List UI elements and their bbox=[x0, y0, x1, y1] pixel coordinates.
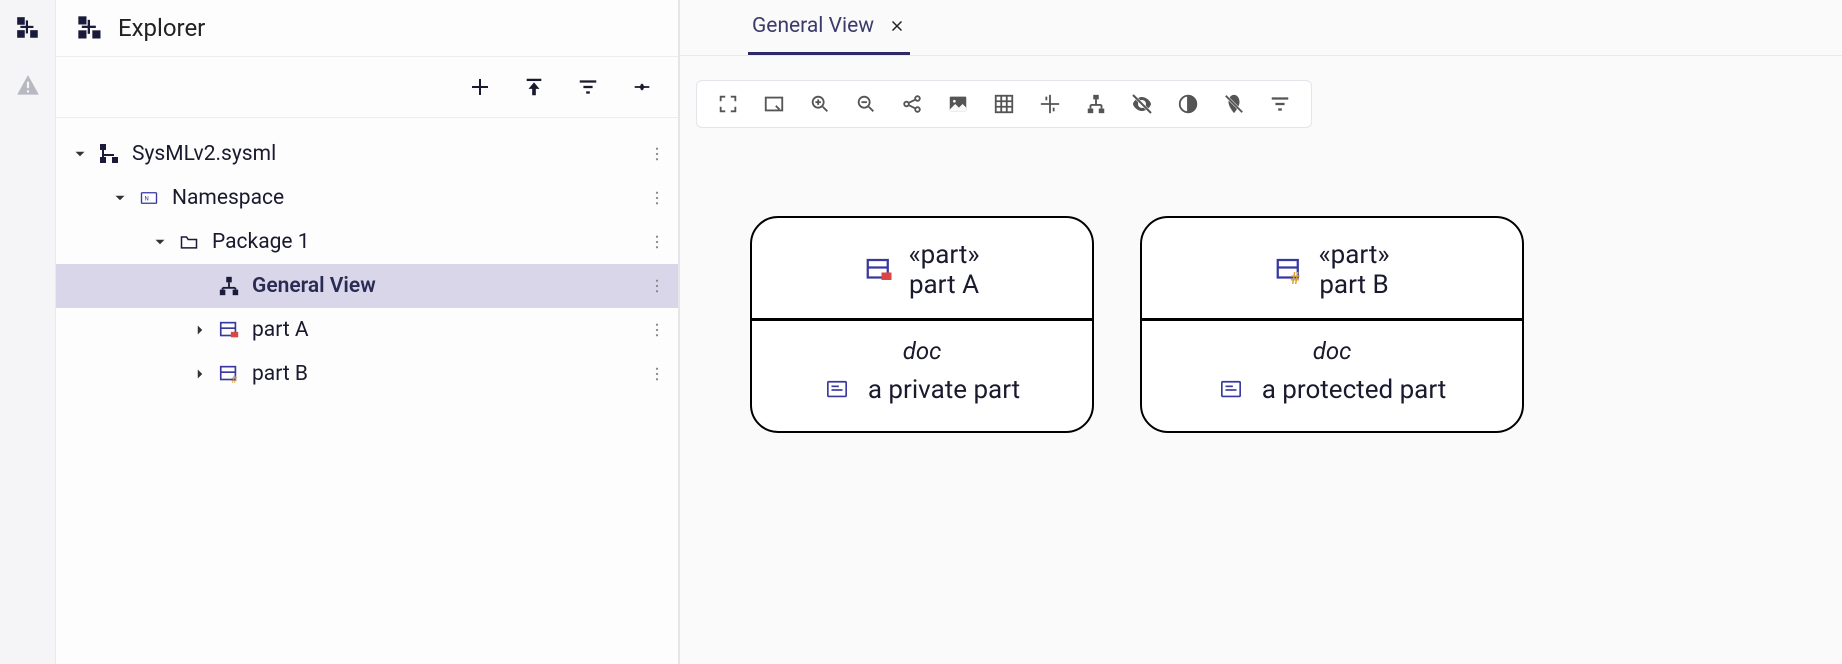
doc-heading: doc bbox=[1313, 337, 1352, 365]
tree-item-label: Package 1 bbox=[212, 230, 648, 254]
tree-item-label: SysMLv2.sysml bbox=[132, 142, 648, 166]
chevron-down-icon[interactable] bbox=[70, 144, 90, 164]
tree-item-root[interactable]: SysMLv2.sysml bbox=[56, 132, 678, 176]
node-name: part A bbox=[909, 270, 979, 300]
part-protected-icon: # bbox=[216, 361, 242, 387]
warning-icon[interactable] bbox=[14, 72, 42, 100]
explorer-panel: Explorer SysMLv2.sysml bbox=[56, 0, 680, 664]
snap-icon[interactable] bbox=[1037, 91, 1063, 117]
kebab-icon[interactable] bbox=[648, 321, 666, 339]
stereotype-label: «part» bbox=[1318, 240, 1389, 270]
visibility-off-icon[interactable] bbox=[1129, 91, 1155, 117]
spacer bbox=[190, 276, 210, 296]
upload-icon[interactable] bbox=[522, 75, 546, 99]
tab-general-view[interactable]: General View bbox=[748, 0, 910, 55]
image-icon[interactable] bbox=[945, 91, 971, 117]
tree-item-label: part A bbox=[252, 318, 648, 342]
kebab-icon[interactable] bbox=[648, 277, 666, 295]
add-icon[interactable] bbox=[468, 75, 492, 99]
diagram-icon bbox=[216, 273, 242, 299]
tree-item-label: Namespace bbox=[172, 186, 648, 210]
fullscreen-icon[interactable] bbox=[715, 91, 741, 117]
pin-off-icon[interactable] bbox=[1221, 91, 1247, 117]
tree-item-label: General View bbox=[252, 274, 648, 298]
doc-text: a private part bbox=[868, 375, 1020, 405]
explorer-title: Explorer bbox=[118, 14, 205, 42]
svg-text:#: # bbox=[231, 375, 238, 385]
grid-icon[interactable] bbox=[991, 91, 1017, 117]
node-body: doc a private part bbox=[752, 321, 1092, 431]
diagram-node-part-a[interactable]: «part» part A doc a private part bbox=[750, 216, 1094, 433]
svg-text:N: N bbox=[145, 195, 149, 202]
part-protected-icon: # bbox=[1274, 255, 1304, 285]
tree-item-general-view[interactable]: General View bbox=[56, 264, 678, 308]
zoom-out-icon[interactable] bbox=[853, 91, 879, 117]
kebab-icon[interactable] bbox=[648, 189, 666, 207]
close-icon[interactable] bbox=[888, 17, 906, 35]
node-header: «part» part A bbox=[752, 218, 1092, 318]
part-private-icon bbox=[864, 255, 894, 285]
share-icon[interactable] bbox=[899, 91, 925, 117]
tab-bar: General View bbox=[680, 0, 1842, 56]
contrast-icon[interactable] bbox=[1175, 91, 1201, 117]
diagram-toolbar bbox=[696, 80, 1312, 128]
file-tree-icon bbox=[96, 141, 122, 167]
filter-icon[interactable] bbox=[1267, 91, 1293, 117]
explorer-icon bbox=[76, 14, 104, 42]
tree-item-package[interactable]: Package 1 bbox=[56, 220, 678, 264]
sync-icon[interactable] bbox=[630, 75, 654, 99]
chevron-right-icon[interactable] bbox=[190, 320, 210, 340]
doc-text: a protected part bbox=[1262, 375, 1447, 405]
svg-text:#: # bbox=[1291, 269, 1301, 285]
filter-icon[interactable] bbox=[576, 75, 600, 99]
diagram-canvas[interactable]: «part» part A doc a private part # bbox=[680, 128, 1842, 664]
chevron-down-icon[interactable] bbox=[110, 188, 130, 208]
tree-item-namespace[interactable]: N Namespace bbox=[56, 176, 678, 220]
chevron-right-icon[interactable] bbox=[190, 364, 210, 384]
editor-area: General View «part» bbox=[680, 0, 1842, 664]
stereotype-label: «part» bbox=[908, 240, 979, 270]
diagram-node-part-b[interactable]: # «part» part B doc a protected part bbox=[1140, 216, 1524, 433]
kebab-icon[interactable] bbox=[648, 233, 666, 251]
explorer-toolbar bbox=[56, 57, 678, 118]
hierarchy-icon[interactable] bbox=[1083, 91, 1109, 117]
doc-heading: doc bbox=[903, 337, 942, 365]
doc-icon bbox=[1218, 379, 1244, 401]
tree-item-part-a[interactable]: part A bbox=[56, 308, 678, 352]
kebab-icon[interactable] bbox=[648, 365, 666, 383]
fit-screen-icon[interactable] bbox=[761, 91, 787, 117]
model-tree-icon[interactable] bbox=[14, 14, 42, 42]
activity-bar bbox=[0, 0, 56, 664]
namespace-icon: N bbox=[136, 185, 162, 211]
zoom-in-icon[interactable] bbox=[807, 91, 833, 117]
tab-label: General View bbox=[752, 14, 874, 38]
explorer-header: Explorer bbox=[56, 0, 678, 57]
node-body: doc a protected part bbox=[1142, 321, 1522, 431]
chevron-down-icon[interactable] bbox=[150, 232, 170, 252]
tree-item-part-b[interactable]: # part B bbox=[56, 352, 678, 396]
node-name: part B bbox=[1319, 270, 1388, 300]
model-tree: SysMLv2.sysml N Namespace bbox=[56, 118, 678, 410]
kebab-icon[interactable] bbox=[648, 145, 666, 163]
folder-icon bbox=[176, 229, 202, 255]
part-private-icon bbox=[216, 317, 242, 343]
doc-icon bbox=[824, 379, 850, 401]
tree-item-label: part B bbox=[252, 362, 648, 386]
node-header: # «part» part B bbox=[1142, 218, 1522, 318]
